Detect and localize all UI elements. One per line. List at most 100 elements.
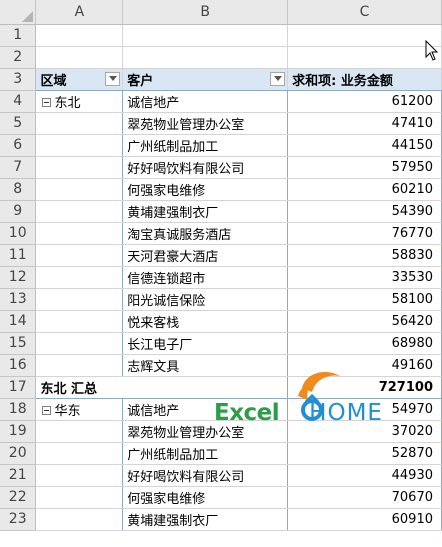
region-cell[interactable] <box>35 178 124 201</box>
region-cell[interactable] <box>35 288 124 311</box>
region-cell[interactable] <box>35 200 124 223</box>
pivot-data-row: 15 长江电子厂 68980 <box>0 332 442 355</box>
region-cell[interactable] <box>35 134 124 157</box>
row-header[interactable]: 16 <box>0 354 37 377</box>
column-header-b[interactable]: B <box>122 0 289 25</box>
amount-cell[interactable]: 58100 <box>287 288 442 311</box>
pivot-header-region[interactable]: 区域 <box>35 67 124 91</box>
sheet-row: 1 <box>0 24 442 47</box>
region-cell[interactable] <box>35 354 124 377</box>
amount-cell[interactable]: 54390 <box>287 200 442 223</box>
row-header[interactable]: 21 <box>0 464 37 487</box>
row-header[interactable]: 3 <box>0 68 37 91</box>
amount-cell[interactable]: 57950 <box>287 156 442 179</box>
customer-cell[interactable]: 长江电子厂 <box>122 332 289 355</box>
customer-cell[interactable]: 黄埔建强制衣厂 <box>122 200 289 223</box>
row-header[interactable]: 14 <box>0 310 37 333</box>
filter-dropdown-icon[interactable] <box>270 71 286 86</box>
customer-cell[interactable]: 好好喝饮料有限公司 <box>122 156 289 179</box>
region-cell[interactable]: 东北 <box>35 90 124 113</box>
row-header[interactable]: 5 <box>0 112 37 135</box>
pivot-data-row: 12 信德连锁超市 33530 <box>0 266 442 289</box>
amount-cell[interactable]: 68980 <box>287 332 442 355</box>
region-cell[interactable] <box>35 486 124 509</box>
collapse-minus-icon[interactable] <box>42 405 52 415</box>
row-header[interactable]: 11 <box>0 244 37 267</box>
amount-cell[interactable]: 33530 <box>287 266 442 289</box>
customer-cell[interactable]: 诚信地产 <box>122 90 289 113</box>
customer-cell[interactable]: 好好喝饮料有限公司 <box>122 464 289 487</box>
customer-cell[interactable]: 信德连锁超市 <box>122 266 289 289</box>
region-cell[interactable] <box>35 420 124 443</box>
region-cell[interactable] <box>35 222 124 245</box>
region-cell[interactable] <box>35 112 124 135</box>
amount-cell[interactable]: 70670 <box>287 486 442 509</box>
row-header[interactable]: 2 <box>0 46 37 69</box>
amount-cell[interactable]: 58830 <box>287 244 442 267</box>
customer-cell[interactable]: 阳光诚信保险 <box>122 288 289 311</box>
cell[interactable] <box>122 46 289 69</box>
row-header[interactable]: 18 <box>0 398 37 421</box>
row-header[interactable]: 6 <box>0 134 37 157</box>
customer-cell[interactable]: 翠苑物业管理办公室 <box>122 112 289 135</box>
amount-cell[interactable]: 60210 <box>287 178 442 201</box>
row-header[interactable]: 10 <box>0 222 37 245</box>
row-header[interactable]: 13 <box>0 288 37 311</box>
row-header[interactable]: 7 <box>0 156 37 179</box>
amount-cell[interactable]: 76770 <box>287 222 442 245</box>
customer-cell[interactable]: 悦来客栈 <box>122 310 289 333</box>
customer-cell[interactable]: 黄埔建强制衣厂 <box>122 508 289 531</box>
customer-cell[interactable]: 何强家电维修 <box>122 486 289 509</box>
select-all-corner[interactable] <box>0 0 37 25</box>
pivot-data-row: 14 悦来客栈 56420 <box>0 310 442 333</box>
collapse-minus-icon[interactable] <box>42 97 52 107</box>
row-header[interactable]: 20 <box>0 442 37 465</box>
region-cell[interactable]: 华东 <box>35 398 124 421</box>
region-cell[interactable] <box>35 244 124 267</box>
spreadsheet-grid[interactable]: A B C 1 2 3 区域 客户 求和项: 业务金额 4 东北 诚信地产 61200… <box>0 0 442 531</box>
region-cell[interactable] <box>35 266 124 289</box>
customer-cell[interactable]: 何强家电维修 <box>122 178 289 201</box>
region-cell[interactable] <box>35 156 124 179</box>
region-cell[interactable] <box>35 310 124 333</box>
row-header[interactable]: 9 <box>0 200 37 223</box>
excelhome-wordmark: Excel HOME <box>214 400 383 426</box>
amount-cell[interactable]: 52870 <box>287 442 442 465</box>
amount-cell[interactable]: 56420 <box>287 310 442 333</box>
region-cell[interactable] <box>35 464 124 487</box>
customer-cell[interactable]: 天河君豪大酒店 <box>122 244 289 267</box>
row-header[interactable]: 17 <box>0 376 37 399</box>
amount-cell[interactable]: 44930 <box>287 464 442 487</box>
customer-cell[interactable]: 广州纸制品加工 <box>122 134 289 157</box>
row-header[interactable]: 8 <box>0 178 37 201</box>
amount-cell[interactable]: 47410 <box>287 112 442 135</box>
column-header-a[interactable]: A <box>35 0 124 25</box>
row-header[interactable]: 1 <box>0 24 37 47</box>
row-header[interactable]: 23 <box>0 508 37 531</box>
cell[interactable] <box>122 24 289 47</box>
pivot-data-row: 8 何强家电维修 60210 <box>0 178 442 201</box>
amount-cell[interactable]: 60910 <box>287 508 442 531</box>
region-cell[interactable] <box>35 508 124 531</box>
cell[interactable] <box>35 24 124 47</box>
row-header[interactable]: 19 <box>0 420 37 443</box>
column-header-c[interactable]: C <box>287 0 442 25</box>
customer-cell[interactable]: 淘宝真诚服务酒店 <box>122 222 289 245</box>
row-header[interactable]: 12 <box>0 266 37 289</box>
row-header[interactable]: 15 <box>0 332 37 355</box>
cell[interactable] <box>287 46 442 69</box>
row-header[interactable]: 4 <box>0 90 37 113</box>
amount-cell[interactable]: 44150 <box>287 134 442 157</box>
customer-cell[interactable]: 广州纸制品加工 <box>122 442 289 465</box>
pivot-header-customer[interactable]: 客户 <box>122 67 289 91</box>
cell[interactable] <box>287 24 442 47</box>
pivot-data-row: 21 好好喝饮料有限公司 44930 <box>0 464 442 487</box>
filter-dropdown-icon[interactable] <box>105 71 121 86</box>
region-cell[interactable] <box>35 442 124 465</box>
pivot-data-row: 4 东北 诚信地产 61200 <box>0 90 442 113</box>
row-header[interactable]: 22 <box>0 486 37 509</box>
amount-cell[interactable]: 61200 <box>287 90 442 113</box>
cell[interactable] <box>35 46 124 69</box>
pivot-header-sum[interactable]: 求和项: 业务金额 <box>287 67 442 91</box>
region-cell[interactable] <box>35 332 124 355</box>
